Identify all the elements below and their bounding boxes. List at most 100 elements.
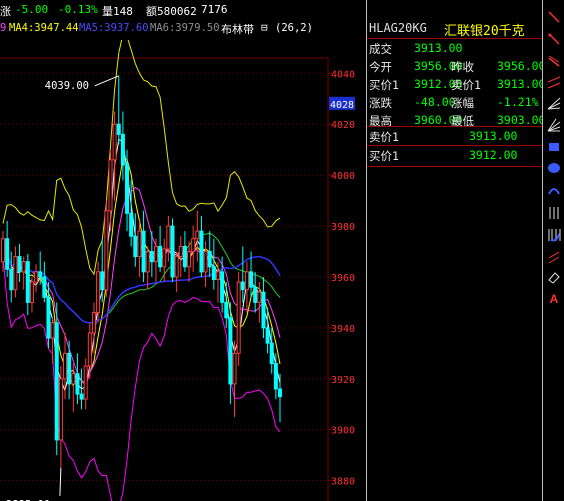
channel-tool-icon[interactable] <box>545 74 563 92</box>
quote-row: 涨跌 -48.00 涨幅 -1.21% <box>367 93 543 111</box>
drawing-toolbar: A <box>542 0 564 501</box>
candle-body <box>153 245 158 263</box>
axis-tick-label: 3920 <box>331 375 355 386</box>
parallel-lines-icon[interactable] <box>545 204 563 222</box>
axis-tick-label: 3900 <box>331 426 355 437</box>
ask-row: 卖价1 3913.00 <box>367 127 543 145</box>
candle-body <box>38 271 43 278</box>
candle-body <box>265 327 270 344</box>
candle-body <box>17 256 22 273</box>
rectangle-tool-icon[interactable] <box>545 138 563 156</box>
eraser-icon[interactable] <box>545 268 563 286</box>
diagonal-lines-icon[interactable] <box>545 248 563 266</box>
candle-body <box>178 245 183 258</box>
candle-body <box>120 133 125 166</box>
ask-label: 卖价1 <box>369 130 399 144</box>
bid-row: 买价1 3912.00 <box>367 146 543 164</box>
text-tool-icon[interactable]: A <box>545 290 563 308</box>
candle-body <box>42 276 47 298</box>
candle-body <box>240 281 245 291</box>
axis-tick-label: 4020 <box>331 120 355 131</box>
axis-tick-label: 3940 <box>331 324 355 335</box>
quote-label: 成交 <box>369 42 392 56</box>
candle-body <box>158 245 163 268</box>
candle-body <box>67 352 72 385</box>
axis-tick-label: 4000 <box>331 171 355 182</box>
quote-label: 涨幅 <box>451 96 474 110</box>
fan-tool-icon[interactable] <box>545 94 563 112</box>
candle-body <box>228 317 233 385</box>
quote-label: 今开 <box>369 60 392 74</box>
candle-body <box>125 164 130 214</box>
axis-tick-label: 3980 <box>331 222 355 233</box>
ellipse-tool-icon[interactable] <box>545 159 563 177</box>
amount-extra: 7176 <box>201 3 228 16</box>
candle-body <box>162 248 167 268</box>
candle-body <box>145 250 150 273</box>
candle-body <box>1 238 5 263</box>
candle-body <box>211 266 216 280</box>
candle-body <box>71 373 76 385</box>
candle-body <box>215 271 220 281</box>
candle-body <box>108 159 113 212</box>
candle-body <box>58 378 63 441</box>
candle-body <box>75 373 80 395</box>
candle-body <box>91 312 96 334</box>
bid-value: 3912.00 <box>469 148 518 162</box>
price-axis: 4040 4020 4000 3980 3960 3940 3920 3900 3880 4028 <box>328 69 355 488</box>
candle-body <box>261 291 266 329</box>
ray-tool-icon[interactable] <box>545 30 563 48</box>
candle-body <box>236 281 241 354</box>
candle-body <box>199 230 204 273</box>
quote-row: 买价1 3912.00 卖价1 3913.00 <box>367 75 545 93</box>
quote-value: -48.00 <box>414 95 456 109</box>
candle-body <box>46 296 51 339</box>
high-label: 4039.00 <box>45 80 89 92</box>
candle-body <box>191 238 196 252</box>
candle-body <box>29 281 34 303</box>
quote-label: 涨跌 <box>369 96 392 110</box>
candle-body <box>166 225 171 250</box>
candle-body <box>54 322 59 441</box>
symbol-code: HLAG20KG <box>369 21 427 35</box>
candle-body <box>187 250 192 268</box>
ma6-legend: MA6:3979.50 <box>150 22 220 34</box>
candle-body <box>278 388 282 398</box>
arc-arrow-icon[interactable] <box>546 228 564 246</box>
candles <box>1 75 282 468</box>
amount-value: 额580062 <box>146 5 197 18</box>
collapse-icon[interactable]: ⊟ <box>261 21 268 34</box>
quote-panel: HLAG20KG 汇联银20千克 成交 3913.00 今开 3956.00 昨收 395… <box>366 0 546 501</box>
symbol-name: 汇联银20千克 <box>444 24 525 39</box>
candle-body <box>83 365 88 400</box>
arc-tool-icon[interactable] <box>545 181 563 199</box>
candle-body <box>116 123 121 135</box>
change-percent: -0.13% <box>58 3 98 16</box>
axis-tick-label: 3880 <box>331 477 355 488</box>
quote-value: -1.21% <box>497 95 539 109</box>
candlestick-chart[interactable]: 4040 4020 4000 3980 3960 3940 3920 3900 3880 4028… <box>0 40 366 501</box>
candle-body <box>149 250 154 263</box>
volume-value: 量148 <box>102 5 133 18</box>
bollinger-upper <box>2 40 281 276</box>
candle-body <box>203 250 208 273</box>
line-tool-icon[interactable] <box>545 8 563 26</box>
candle-body <box>232 352 237 385</box>
candle-body <box>112 123 117 161</box>
indicator-params: (26,2) <box>275 22 313 34</box>
segment-tool-icon[interactable] <box>545 52 563 70</box>
change-value: -5.00 <box>15 3 49 16</box>
quote-row: 今开 3956.00 昨收 3956.00 <box>367 57 546 75</box>
quote-label: 买价1 <box>369 78 399 92</box>
quote-value: 3956.00 <box>497 59 546 73</box>
candle-body <box>224 301 229 319</box>
quote-row: 成交 3913.00 <box>367 39 543 57</box>
candle-body <box>79 393 84 400</box>
quote-value: 3903.00 <box>497 113 546 127</box>
indicator-name[interactable]: 布林带 <box>221 21 254 37</box>
quote-value: 3913.00 <box>414 41 463 55</box>
candle-body <box>129 212 134 237</box>
candle-body <box>34 271 39 283</box>
gann-fan-icon[interactable] <box>545 116 563 134</box>
candle-body <box>5 238 10 270</box>
